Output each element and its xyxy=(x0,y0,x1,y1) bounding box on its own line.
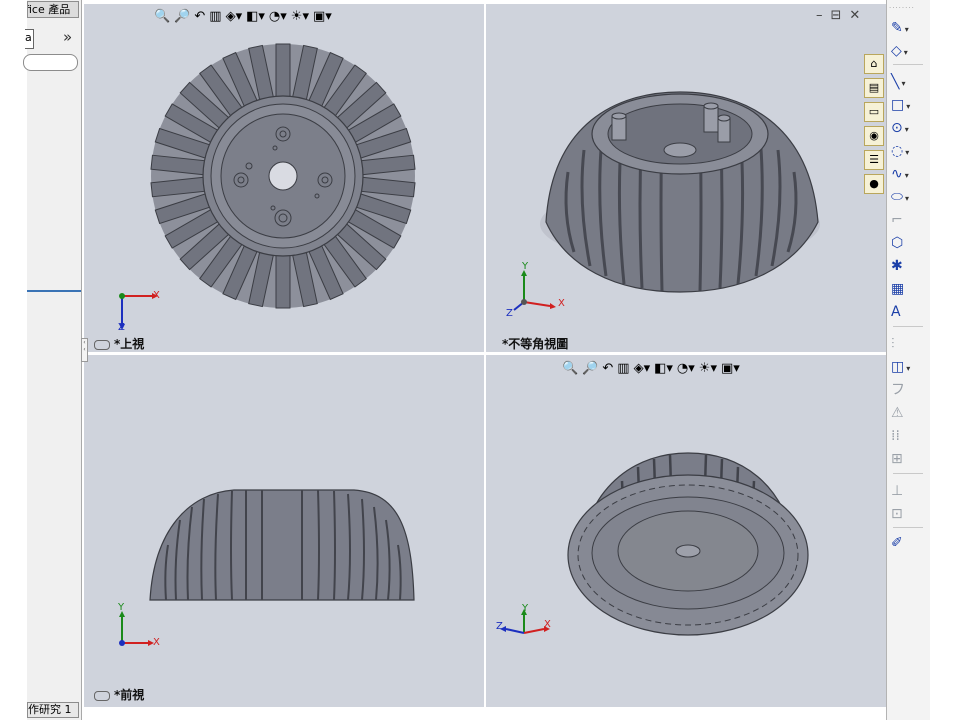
line-icon[interactable]: ╲ ▾ xyxy=(891,72,927,92)
bottom-view-model xyxy=(500,452,809,636)
y-axis-label: Y xyxy=(118,602,125,613)
z-axis-label: Z xyxy=(118,322,125,333)
x-axis-label: X xyxy=(153,290,160,301)
top-view-model xyxy=(119,43,416,330)
ellipse-icon[interactable]: ⬭ ▾ xyxy=(891,187,927,207)
x-axis-label: X xyxy=(544,619,551,630)
filter-input[interactable] xyxy=(23,54,78,71)
arc-icon[interactable]: ◌ ▾ xyxy=(891,141,927,161)
home-icon[interactable]: ⌂ xyxy=(864,54,884,74)
folder-icon[interactable]: ▭ xyxy=(864,102,884,122)
isometric-view-label: *不等角視圖 xyxy=(502,337,569,351)
viewport-label: *前視 xyxy=(94,686,144,703)
offset-icon[interactable]: ◫ ▾ xyxy=(891,357,927,377)
panel-tab-row: a » xyxy=(25,27,80,49)
feature-manager-panel: fice 產品 a » 作研究 1 xyxy=(23,0,82,720)
toolbar-grip[interactable]: ········ xyxy=(889,4,915,12)
isometric-model xyxy=(513,91,820,311)
sketch-toolbar: ········ ✎ ▾ ◇ ▾ ╲ ▾ □ ▾ ⊙ ▾ ◌ ▾ ∿ ▾ ⬭ ▾ ⌐ ⬡ ✱ ▦… xyxy=(886,0,930,720)
panel-divider xyxy=(27,290,81,292)
centerline-grid-icon[interactable]: ▦ xyxy=(891,279,927,299)
appearance-icon[interactable]: ● xyxy=(864,174,884,194)
properties-icon[interactable]: ☰ xyxy=(864,150,884,170)
move-icon[interactable]: ⊞ xyxy=(891,449,927,469)
sketch-icon[interactable]: ◇ ▾ xyxy=(891,41,927,61)
view-palette-icon[interactable]: ◉ xyxy=(864,126,884,146)
fillet-icon[interactable]: ⌐ xyxy=(891,210,927,230)
linear-pattern-icon[interactable]: ⁞⁞ xyxy=(891,426,927,446)
viewport-top-view[interactable]: 🔍 🔎 ↶ ▥ ◈▾ ◧▾ ◔▾ ☀▾ ▣▾ X Z *上視 xyxy=(84,4,484,352)
link-views-icon[interactable] xyxy=(94,339,110,350)
smart-dimension-icon[interactable]: ✎ ▾ xyxy=(891,18,927,38)
spline-icon[interactable]: ∿ ▾ xyxy=(891,164,927,184)
y-axis-label: Y xyxy=(522,261,529,272)
toolbar-separator xyxy=(893,527,923,528)
x-axis-label: X xyxy=(558,298,565,309)
text-icon[interactable]: A xyxy=(891,302,927,322)
point-icon[interactable]: ✱ xyxy=(891,256,927,276)
toolbar-separator xyxy=(893,326,923,327)
viewport-label: *上視 xyxy=(94,335,144,352)
study-tab[interactable]: 作研究 1 xyxy=(27,702,79,718)
viewport-front-view[interactable]: Y X *前視 xyxy=(84,355,484,707)
x-axis-label: X xyxy=(153,637,160,648)
panel-tab[interactable]: a xyxy=(25,29,34,49)
toolbar-separator xyxy=(893,64,923,65)
toolbar-separator xyxy=(893,473,923,474)
front-view-model xyxy=(119,489,415,646)
product-tab[interactable]: fice 產品 xyxy=(27,1,79,18)
z-axis-label: Z xyxy=(506,308,513,319)
viewport-isometric-view[interactable]: –⊟✕ Y X Z *不等角視圖 xyxy=(486,4,886,352)
viewport-bottom-view[interactable]: 🔍 🔎 ↶ ▥ ◈▾ ◧▾ ◔▾ ☀▾ ▣▾ Y X Z xyxy=(486,355,886,707)
resources-icon[interactable]: ▤ xyxy=(864,78,884,98)
trim-icon[interactable]: ⚠ xyxy=(891,403,927,423)
window-margin xyxy=(930,0,960,720)
top-view-label: *上視 xyxy=(114,337,145,351)
panel-collapse-handle[interactable]: ‹ ‹ xyxy=(81,338,88,362)
quick-snaps-icon[interactable]: ✐ xyxy=(891,533,927,553)
relations-icon[interactable]: ⊥ xyxy=(891,481,927,501)
chevron-right-icon[interactable]: » xyxy=(63,28,72,46)
circle-icon[interactable]: ⊙ ▾ xyxy=(891,118,927,138)
z-axis-label: Z xyxy=(496,621,503,632)
y-axis-label: Y xyxy=(522,603,529,614)
polygon-icon[interactable]: ⬡ xyxy=(891,233,927,253)
link-views-icon[interactable] xyxy=(94,690,110,701)
front-view-label: *前視 xyxy=(114,688,145,702)
repair-icon[interactable]: ⊡ xyxy=(891,504,927,524)
rectangle-icon[interactable]: □ ▾ xyxy=(891,95,927,115)
mirror-icon[interactable]: ⫶ xyxy=(891,334,927,354)
convert-icon[interactable]: フ xyxy=(891,380,927,400)
